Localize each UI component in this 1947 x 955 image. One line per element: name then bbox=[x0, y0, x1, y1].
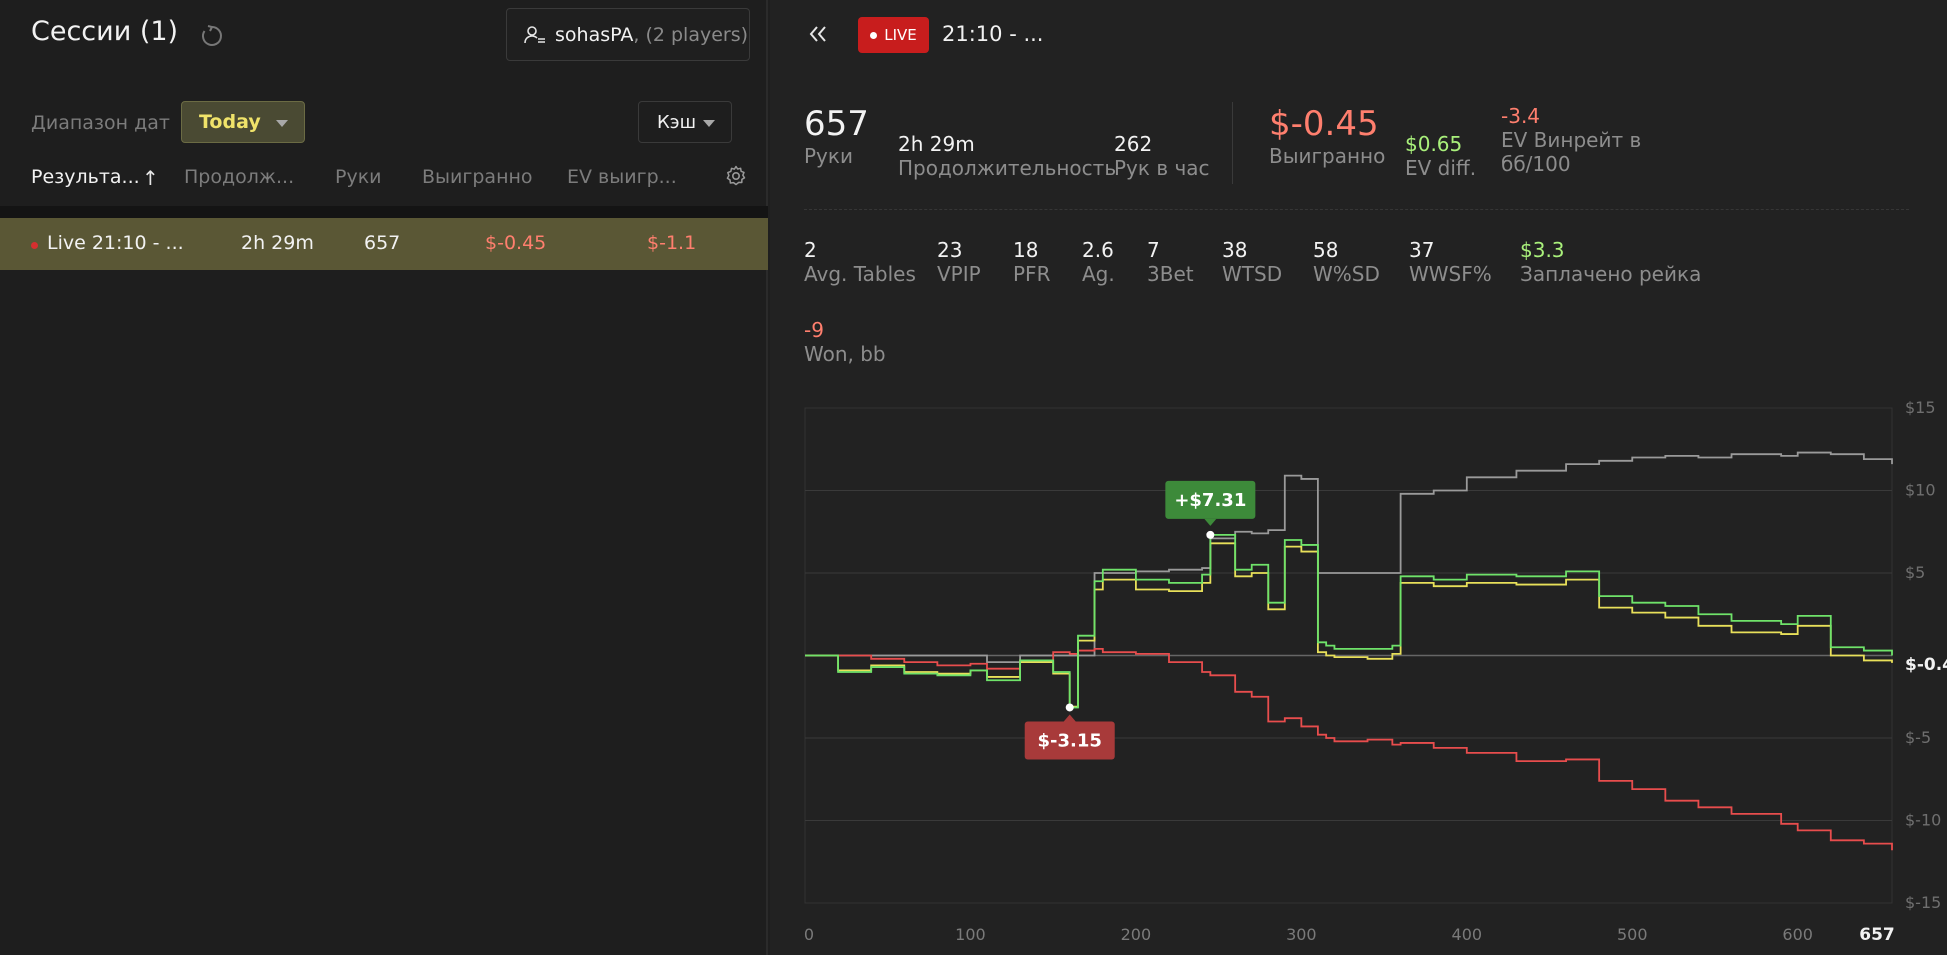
column-header-hands[interactable]: Руки bbox=[335, 166, 382, 188]
x-tick-label: 200 bbox=[1121, 925, 1152, 944]
sessions-panel: Сессии (1) sohasPA, (2 players) Диапазон… bbox=[0, 0, 768, 955]
game-type-dropdown[interactable]: Кэш bbox=[638, 101, 732, 143]
page-title: Сессии (1) bbox=[31, 16, 179, 47]
session-detail-panel: LIVE 21:10 - ... 657 Руки 2h 29m Продолж… bbox=[770, 0, 1947, 955]
x-tick-label: 0 bbox=[804, 925, 814, 944]
row-hands: 657 bbox=[364, 232, 401, 254]
player-name: sohasPA bbox=[555, 23, 634, 46]
x-tick-label: 500 bbox=[1617, 925, 1648, 944]
y-tick-label: $-15 bbox=[1905, 893, 1941, 912]
annotation-point bbox=[1206, 530, 1215, 539]
sort-ascending-icon[interactable]: ↑ bbox=[142, 166, 159, 190]
annotation-point bbox=[1065, 703, 1074, 712]
chevron-down-icon bbox=[703, 120, 715, 127]
x-tick-label: 400 bbox=[1452, 925, 1483, 944]
series-line-green bbox=[805, 533, 1893, 709]
x-tick-label: 657 bbox=[1859, 925, 1895, 945]
user-icon bbox=[524, 25, 545, 43]
player-count: , (2 players) bbox=[633, 23, 749, 46]
header-separator bbox=[0, 206, 768, 218]
annotation-label: $-3.15 bbox=[1038, 730, 1102, 751]
player-selector-button[interactable]: sohasPA, (2 players) bbox=[506, 8, 750, 61]
date-filter-dropdown[interactable]: Today bbox=[181, 101, 305, 143]
annotation-label: +$7.31 bbox=[1174, 490, 1246, 511]
row-won: $-0.45 bbox=[485, 232, 547, 254]
profit-chart: $15 $10 $5 $-5 $-10 $-15 0 100 200 300 400 500 600 65… bbox=[804, 398, 1947, 945]
annotation-pointer bbox=[1204, 518, 1217, 526]
gear-icon[interactable] bbox=[724, 164, 748, 188]
series-line-yellow bbox=[805, 542, 1893, 708]
chevron-down-icon bbox=[276, 120, 288, 127]
date-range-label: Диапазон дат bbox=[31, 112, 170, 134]
y-tick-label: $10 bbox=[1905, 481, 1936, 500]
live-indicator-dot bbox=[31, 242, 38, 249]
end-value-label: $-0.45 bbox=[1905, 655, 1947, 675]
annotation-pointer bbox=[1063, 714, 1076, 722]
column-header-ev-won[interactable]: EV выигр... bbox=[567, 166, 677, 188]
row-duration: 2h 29m bbox=[241, 232, 314, 254]
row-ev-won: $-1.1 bbox=[647, 232, 697, 254]
series-line-gray bbox=[805, 451, 1893, 663]
x-tick-label: 300 bbox=[1286, 925, 1317, 944]
y-tick-label: $-5 bbox=[1905, 728, 1931, 747]
x-tick-label: 600 bbox=[1782, 925, 1813, 944]
refresh-icon[interactable] bbox=[198, 22, 226, 50]
y-tick-label: $-10 bbox=[1905, 811, 1941, 830]
game-type-value: Кэш bbox=[657, 111, 697, 133]
column-header-result[interactable]: Результа... bbox=[31, 166, 140, 188]
row-session-name: Live 21:10 - ... bbox=[47, 232, 184, 254]
column-header-duration[interactable]: Продолж... bbox=[184, 166, 294, 188]
y-tick-label: $5 bbox=[1905, 563, 1925, 582]
x-tick-label: 100 bbox=[955, 925, 986, 944]
date-filter-value: Today bbox=[199, 111, 261, 133]
table-row[interactable]: Live 21:10 - ... 2h 29m 657 $-0.45 $-1.1 bbox=[0, 218, 768, 270]
y-tick-label: $15 bbox=[1905, 398, 1936, 417]
column-header-won[interactable]: Выигранно bbox=[422, 166, 533, 188]
